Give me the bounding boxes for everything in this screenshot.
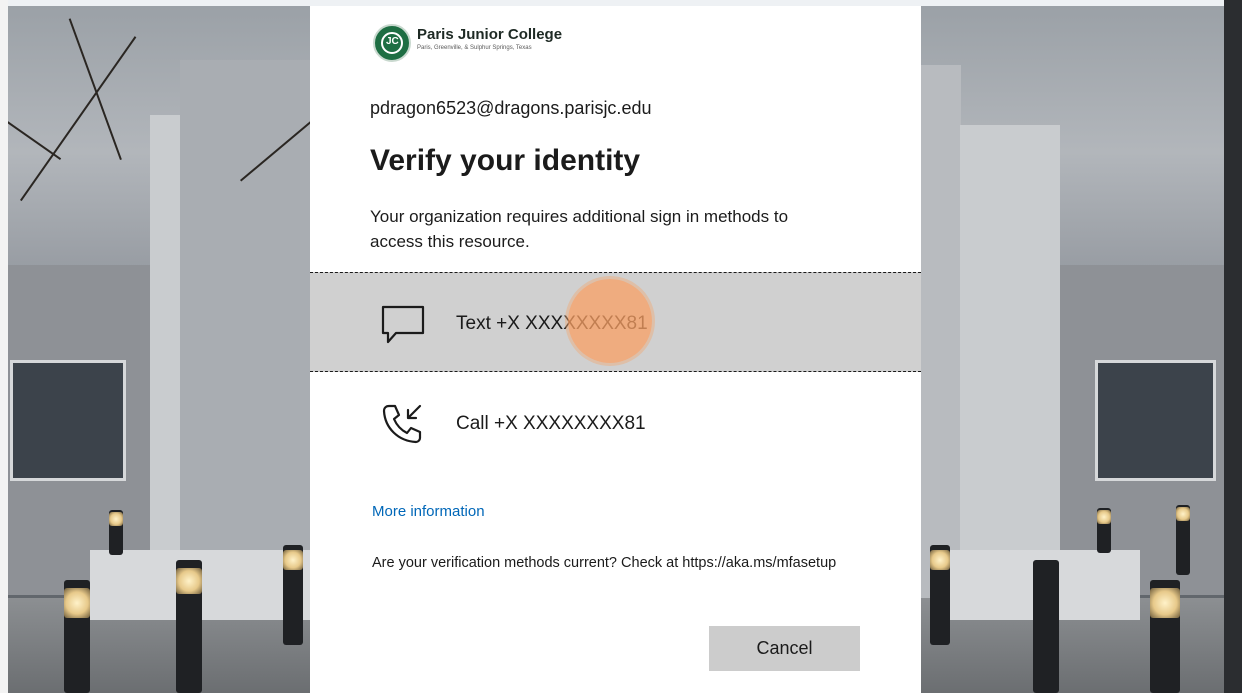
cancel-button[interactable]: Cancel (709, 626, 860, 671)
more-information-link[interactable]: More information (372, 503, 485, 520)
methods-current-note: Are your verification methods current? C… (372, 555, 837, 571)
phone-call-icon (382, 404, 422, 444)
college-seal-icon: JC (373, 24, 411, 62)
org-name: Paris Junior College (417, 26, 563, 43)
click-indicator (568, 279, 652, 363)
account-email: pdragon6523@dragons.parisjc.edu (370, 98, 652, 118)
method-call-option[interactable]: Call +X XXXXXXXX81 (310, 376, 921, 476)
org-tagline: Paris, Greenville, & Sulphur Springs, Te… (417, 45, 532, 51)
org-logo: JC Paris Junior College Paris, Greenvill… (373, 24, 593, 66)
message-icon (381, 305, 425, 344)
verify-identity-dialog: JC Paris Junior College Paris, Greenvill… (310, 6, 921, 693)
method-call-label: Call +X XXXXXXXX81 (456, 413, 646, 434)
page-title: Verify your identity (370, 144, 641, 177)
page-description: Your organization requires additional si… (370, 207, 789, 251)
